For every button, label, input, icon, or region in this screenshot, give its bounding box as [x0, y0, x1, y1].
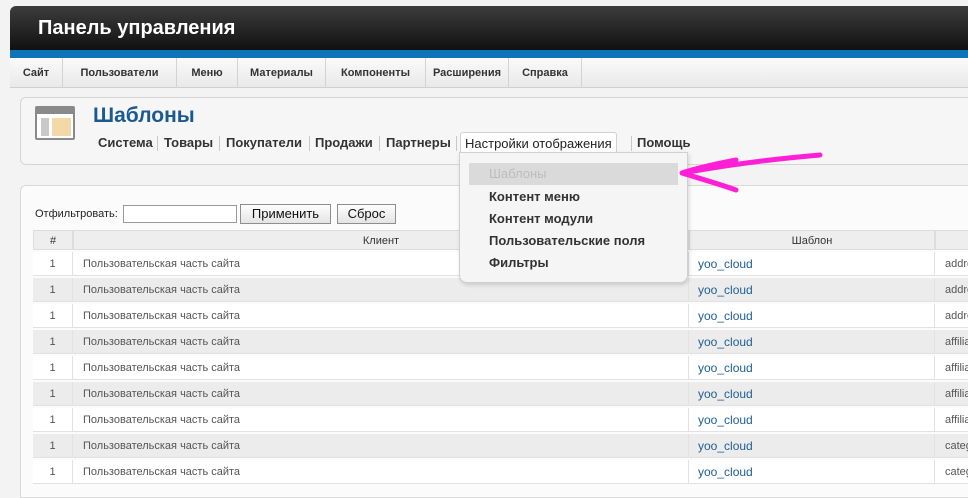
row-number: 1 [33, 356, 73, 380]
dropdown-item-module-content[interactable]: Контент модули [489, 211, 593, 226]
main-menu: Сайт Пользователи Меню Материалы Компоне… [10, 58, 968, 88]
subnav-item-sales[interactable]: Продажи [315, 132, 373, 154]
row-number: 1 [33, 330, 73, 354]
table-row[interactable]: 1 Пользовательская часть сайта yoo_cloud af… [33, 330, 968, 354]
row-number: 1 [33, 382, 73, 406]
subnav-divider [309, 136, 310, 151]
table-row[interactable]: 1 Пользовательская часть сайта yoo_cloud ca… [33, 460, 968, 484]
filter-label: Отфильтровать: [35, 208, 118, 220]
row-template-link[interactable]: yoo_cloud [689, 460, 935, 484]
apply-button[interactable]: Применить [240, 204, 331, 224]
row-client: Пользовательская часть сайта [73, 304, 689, 328]
menu-item-menu[interactable]: Меню [177, 58, 238, 88]
subnav-item-system[interactable]: Система [98, 132, 153, 154]
menu-item-extensions[interactable]: Расширения [426, 58, 509, 88]
dropdown-item-filters[interactable]: Фильтры [489, 255, 549, 270]
dropdown-item-templates[interactable]: Шаблоны [469, 163, 678, 185]
table-row[interactable]: 1 Пользовательская часть сайта yoo_cloud af… [33, 408, 968, 432]
subnav-divider [219, 136, 220, 151]
row-template-link[interactable]: yoo_cloud [689, 304, 935, 328]
menu-item-components[interactable]: Компоненты [326, 58, 426, 88]
row-template-link[interactable]: yoo_cloud [689, 356, 935, 380]
menu-item-site[interactable]: Сайт [10, 58, 63, 88]
subnav-divider [379, 136, 380, 151]
admin-header: Панель управления [10, 6, 968, 52]
row-number: 1 [33, 304, 73, 328]
row-template-link[interactable]: yoo_cloud [689, 434, 935, 458]
column-header-template[interactable]: Шаблон [689, 230, 935, 250]
table-row[interactable]: 1 Пользовательская часть сайта yoo_cloud ca… [33, 434, 968, 458]
app-title: Панель управления [38, 17, 236, 39]
row-extra: addre [935, 304, 968, 328]
row-template-link[interactable]: yoo_cloud [689, 330, 935, 354]
subnav-item-display-settings[interactable]: Настройки отображения [460, 132, 617, 154]
row-client: Пользовательская часть сайта [73, 408, 689, 432]
row-template-link[interactable]: yoo_cloud [689, 278, 935, 302]
column-header-number[interactable]: # [33, 230, 73, 250]
subnav-divider [456, 136, 457, 151]
menu-item-help[interactable]: Справка [509, 58, 582, 88]
header-accent-bar [10, 50, 968, 58]
row-client: Пользовательская часть сайта [73, 460, 689, 484]
dropdown-item-custom-fields[interactable]: Пользовательские поля [489, 233, 645, 248]
reset-button[interactable]: Сброс [337, 204, 396, 224]
menu-item-articles[interactable]: Материалы [238, 58, 326, 88]
row-number: 1 [33, 408, 73, 432]
row-extra: categ [935, 460, 968, 484]
row-number: 1 [33, 252, 73, 276]
templates-icon [35, 106, 75, 140]
row-client: Пользовательская часть сайта [73, 382, 689, 406]
row-template-link[interactable]: yoo_cloud [689, 408, 935, 432]
row-number: 1 [33, 278, 73, 302]
table-row[interactable]: 1 Пользовательская часть сайта yoo_cloud af… [33, 382, 968, 406]
subnav-item-partners[interactable]: Партнеры [386, 132, 451, 154]
column-header-extra[interactable] [935, 230, 968, 250]
table-row[interactable]: 1 Пользовательская часть сайта yoo_cloud af… [33, 356, 968, 380]
annotation-arrow-icon [679, 152, 823, 193]
display-settings-dropdown: Шаблоны Контент меню Контент модули Поль… [459, 152, 688, 283]
row-extra: categ [935, 434, 968, 458]
filter-input[interactable] [123, 205, 237, 223]
row-client: Пользовательская часть сайта [73, 434, 689, 458]
row-extra: affilia [935, 330, 968, 354]
row-extra: addre [935, 252, 968, 276]
row-number: 1 [33, 434, 73, 458]
dropdown-item-menu-content[interactable]: Контент меню [489, 189, 580, 204]
page-title: Шаблоны [93, 104, 195, 127]
row-extra: affilia [935, 408, 968, 432]
row-template-link[interactable]: yoo_cloud [689, 382, 935, 406]
row-extra: affilia [935, 382, 968, 406]
row-template-link[interactable]: yoo_cloud [689, 252, 935, 276]
row-extra: affilia [935, 356, 968, 380]
row-client: Пользовательская часть сайта [73, 356, 689, 380]
subnav-divider [631, 136, 632, 151]
subnav-divider [157, 136, 158, 151]
row-extra: addre [935, 278, 968, 302]
subnav-item-customers[interactable]: Покупатели [226, 132, 302, 154]
subnav-item-products[interactable]: Товары [164, 132, 213, 154]
row-client: Пользовательская часть сайта [73, 330, 689, 354]
table-row[interactable]: 1 Пользовательская часть сайта yoo_cloud ad… [33, 304, 968, 328]
menu-item-users[interactable]: Пользователи [63, 58, 177, 88]
row-number: 1 [33, 460, 73, 484]
